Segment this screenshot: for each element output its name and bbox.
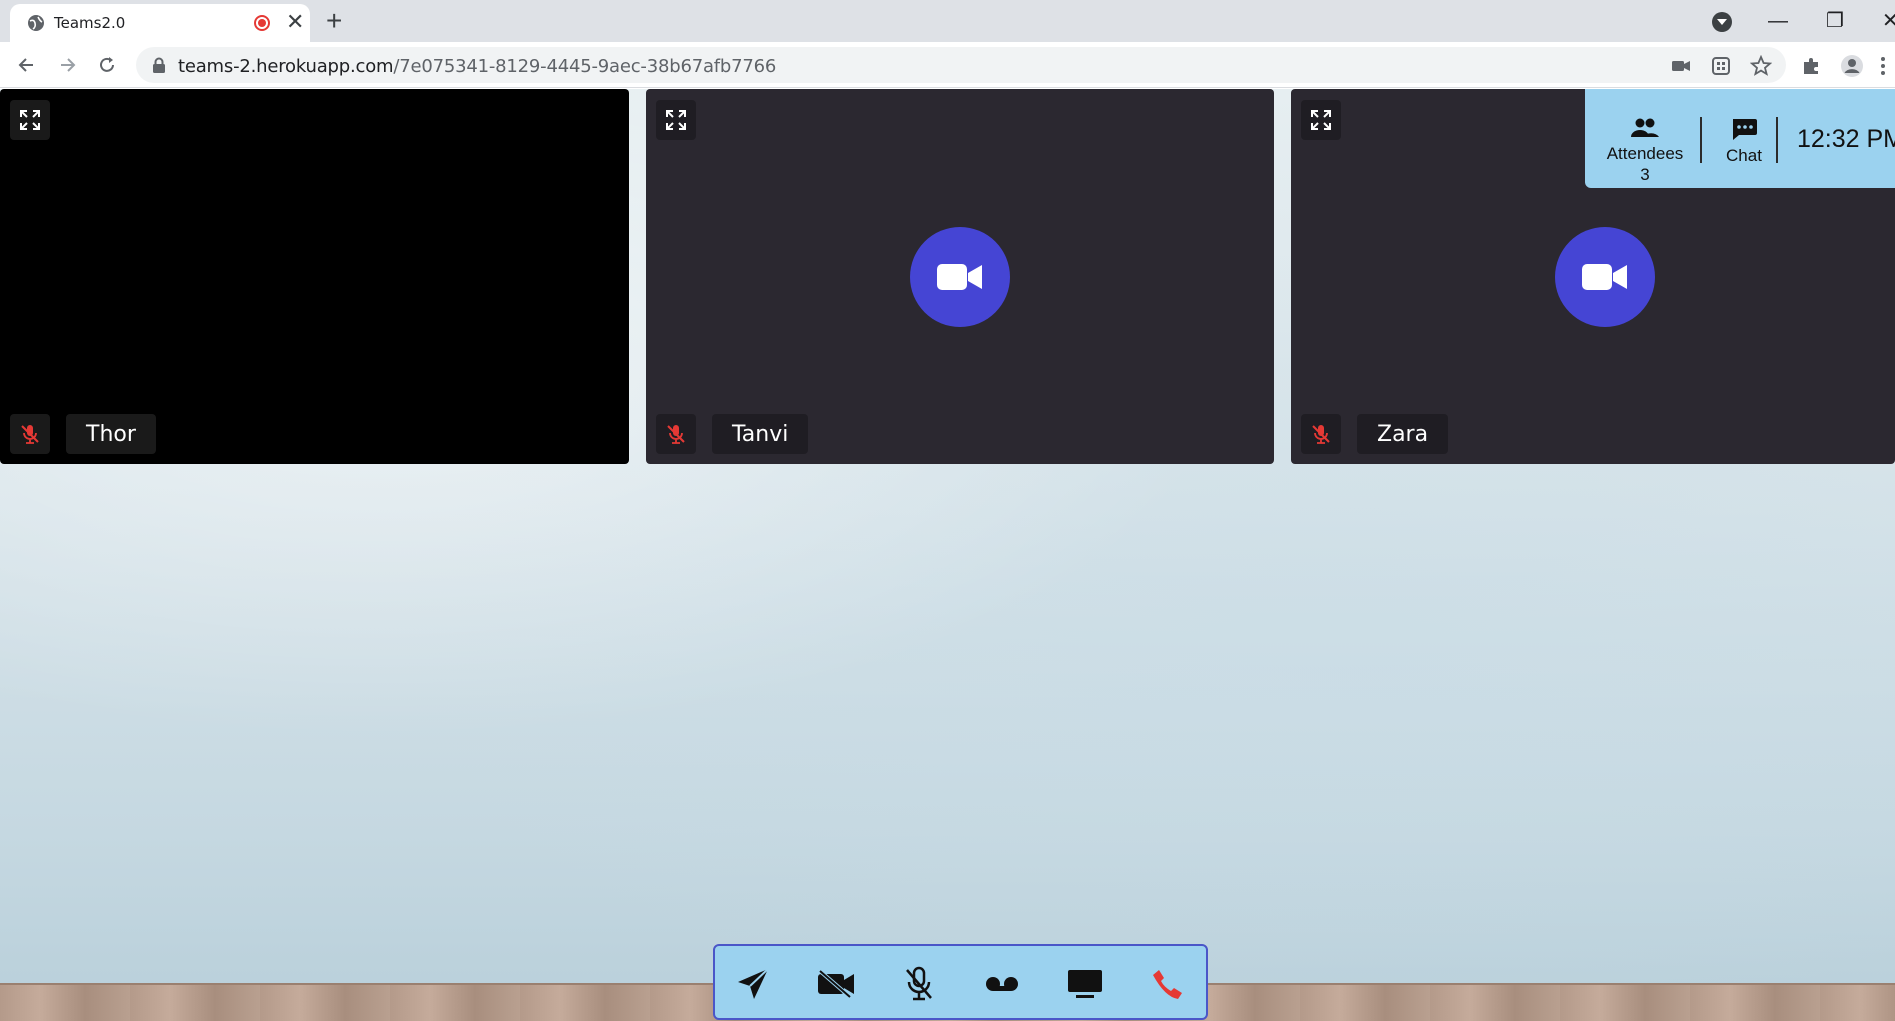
profile-avatar-icon[interactable]	[1840, 54, 1864, 78]
camera-placeholder	[1555, 227, 1655, 327]
people-icon	[1631, 118, 1659, 137]
voicemail-icon	[986, 977, 1018, 991]
chat-label: Chat	[1726, 146, 1762, 165]
panel-divider	[1700, 117, 1702, 163]
chat-button[interactable]: Chat	[1715, 117, 1773, 166]
record-button[interactable]	[980, 962, 1024, 1006]
browser-toolbar: teams-2.herokuapp.com/7e075341-8129-4445…	[0, 42, 1895, 88]
close-window-button[interactable]: ✕	[1882, 4, 1895, 38]
expand-icon	[666, 110, 686, 130]
video-tile-tanvi: Tanvi	[646, 89, 1274, 464]
participant-name: Zara	[1357, 414, 1449, 454]
fullscreen-button[interactable]	[656, 100, 696, 140]
participant-name: Thor	[66, 414, 156, 454]
tab-title: Teams2.0	[54, 14, 126, 32]
arrow-right-icon	[61, 58, 76, 72]
recording-indicator-icon	[254, 15, 270, 31]
fullscreen-button[interactable]	[10, 100, 50, 140]
call-controls-bar	[713, 944, 1208, 1020]
send-icon	[738, 968, 769, 999]
url-text: teams-2.herokuapp.com/7e075341-8129-4445…	[178, 56, 777, 77]
send-button[interactable]	[731, 962, 775, 1006]
toggle-video-button[interactable]	[814, 962, 858, 1006]
camera-in-use-icon[interactable]	[1670, 55, 1692, 77]
meeting-page: Thor Tanvi Zara Attendees 3 Chat 12:32 P…	[0, 89, 1895, 1021]
toggle-mic-button[interactable]	[897, 962, 941, 1006]
fullscreen-button[interactable]	[1301, 100, 1341, 140]
new-tab-button[interactable]: +	[326, 4, 342, 38]
globe-icon	[28, 15, 44, 31]
mic-muted-icon	[1312, 425, 1330, 444]
expand-icon	[20, 110, 40, 130]
attendees-count: 3	[1640, 165, 1650, 184]
tab-close-icon[interactable]: ✕	[286, 10, 304, 34]
mic-off-icon	[906, 966, 932, 1001]
video-off-icon	[818, 969, 854, 999]
forward-button[interactable]	[52, 50, 82, 80]
attendees-button[interactable]: Attendees 3	[1600, 117, 1690, 185]
meeting-clock: 12:32 PM	[1797, 125, 1895, 153]
browser-tab[interactable]: Teams2.0 ✕	[10, 4, 310, 42]
arrow-left-icon	[18, 58, 33, 72]
reload-button[interactable]	[92, 50, 122, 80]
share-screen-button[interactable]	[1063, 962, 1107, 1006]
end-call-icon	[1153, 970, 1182, 999]
mic-status	[656, 414, 696, 454]
back-button[interactable]	[12, 50, 42, 80]
video-camera-icon	[937, 264, 982, 290]
chat-bubble-icon	[1733, 119, 1757, 140]
reload-icon	[100, 57, 114, 72]
mic-muted-icon	[667, 425, 685, 444]
extensions-puzzle-icon[interactable]	[1800, 54, 1824, 78]
screen-share-icon	[1068, 970, 1102, 998]
tab-search-icon[interactable]	[1712, 12, 1732, 32]
participant-name: Tanvi	[712, 414, 809, 454]
expand-icon	[1311, 110, 1331, 130]
lock-icon	[153, 57, 165, 73]
camera-placeholder	[910, 227, 1010, 327]
mic-muted-icon	[21, 425, 39, 444]
browser-menu-icon[interactable]	[1878, 54, 1888, 78]
bookmark-star-icon[interactable]	[1750, 55, 1772, 77]
video-tile-thor: Thor	[0, 89, 629, 464]
video-camera-icon	[1582, 264, 1627, 290]
address-bar[interactable]: teams-2.herokuapp.com/7e075341-8129-4445…	[136, 47, 1786, 83]
restore-button[interactable]: ❐	[1826, 4, 1844, 38]
qr-share-icon[interactable]	[1710, 55, 1732, 77]
end-call-button[interactable]	[1146, 962, 1190, 1006]
browser-tab-bar: Teams2.0 ✕ + — ❐ ✕	[0, 0, 1895, 42]
panel-divider	[1776, 117, 1778, 163]
mic-status	[10, 414, 50, 454]
attendees-label: Attendees	[1606, 144, 1684, 163]
minimize-button[interactable]: —	[1768, 4, 1788, 38]
mic-status	[1301, 414, 1341, 454]
